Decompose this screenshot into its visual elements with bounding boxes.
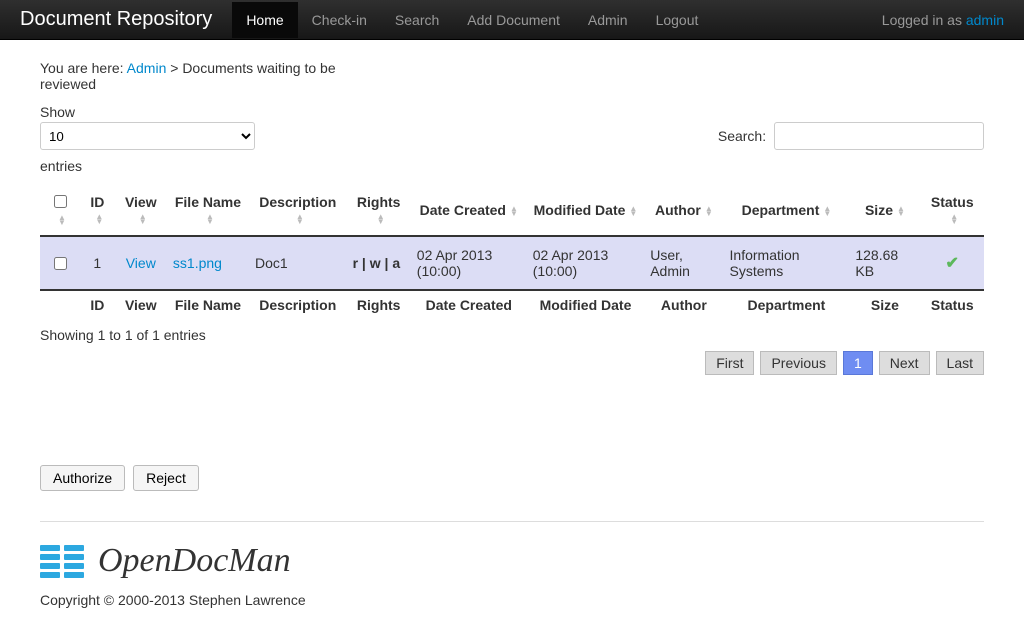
column-author[interactable]: Author▲▼ — [644, 184, 723, 236]
check-icon: ✔ — [946, 255, 959, 272]
cell-file-name: ss1.png — [167, 236, 249, 290]
navbar: Document Repository HomeCheck-inSearchAd… — [0, 0, 1024, 40]
nav-item-admin[interactable]: Admin — [574, 2, 642, 38]
footer-logo: OpenDocMan — [40, 542, 984, 580]
column-date-created[interactable]: Date Created — [411, 290, 527, 321]
page-previous[interactable]: Previous — [760, 351, 836, 375]
show-label: Show — [40, 104, 255, 120]
breadcrumb-admin-link[interactable]: Admin — [127, 60, 167, 76]
sort-icon: ▲▼ — [377, 214, 385, 224]
column-id[interactable]: ID▲▼ — [80, 184, 115, 236]
column-view[interactable]: View — [115, 290, 167, 321]
cell-size: 128.68 KB — [849, 236, 920, 290]
documents-table: ▲▼ID▲▼View▲▼File Name▲▼Description▲▼Righ… — [40, 184, 984, 321]
column-status[interactable]: Status — [921, 290, 984, 321]
sort-icon: ▲▼ — [58, 215, 66, 225]
action-buttons: Authorize Reject — [40, 465, 984, 491]
cell-view: View — [115, 236, 167, 290]
login-status: Logged in as admin — [882, 12, 1004, 28]
reject-button[interactable]: Reject — [133, 465, 199, 491]
breadcrumb-prefix: You are here: — [40, 60, 127, 76]
search-box: Search: — [718, 122, 984, 150]
cell-department: Information Systems — [724, 236, 850, 290]
column-modified-date[interactable]: Modified Date — [527, 290, 644, 321]
cell-rights: r | w | a — [347, 236, 411, 290]
sort-icon: ▲▼ — [629, 206, 637, 216]
cell-author: User, Admin — [644, 236, 723, 290]
cell-status: ✔ — [921, 236, 984, 290]
cell-modified-date: 02 Apr 2013 (10:00) — [527, 236, 644, 290]
search-input[interactable] — [774, 122, 984, 150]
cell-description: Doc1 — [249, 236, 347, 290]
sort-icon: ▲▼ — [296, 214, 304, 224]
column-size[interactable]: Size — [849, 290, 920, 321]
column-rights[interactable]: Rights — [347, 290, 411, 321]
column-id[interactable]: ID — [80, 290, 115, 321]
footer-brand: OpenDocMan — [98, 542, 291, 580]
cell-checkbox — [40, 236, 80, 290]
page-last[interactable]: Last — [936, 351, 984, 375]
view-link[interactable]: View — [126, 255, 156, 271]
table-info: Showing 1 to 1 of 1 entries — [40, 327, 984, 343]
nav-item-check-in[interactable]: Check-in — [298, 2, 381, 38]
column-checkbox — [40, 290, 80, 321]
column-date-created[interactable]: Date Created▲▼ — [411, 184, 527, 236]
sort-icon: ▲▼ — [705, 206, 713, 216]
column-department[interactable]: Department — [724, 290, 850, 321]
column-modified-date[interactable]: Modified Date▲▼ — [527, 184, 644, 236]
file-name-link[interactable]: ss1.png — [173, 255, 222, 271]
column-department[interactable]: Department▲▼ — [724, 184, 850, 236]
page-next[interactable]: Next — [879, 351, 930, 375]
entries-select[interactable]: 10 — [40, 122, 255, 150]
entries-label: entries — [40, 158, 984, 174]
nav-item-search[interactable]: Search — [381, 2, 453, 38]
column-description[interactable]: Description — [249, 290, 347, 321]
copyright: Copyright © 2000-2013 Stephen Lawrence — [40, 592, 984, 608]
pagination: First Previous 1 Next Last — [40, 351, 984, 375]
column-description[interactable]: Description▲▼ — [249, 184, 347, 236]
sort-icon: ▲▼ — [950, 214, 958, 224]
nav-menu: HomeCheck-inSearchAdd DocumentAdminLogou… — [232, 2, 881, 38]
page-first[interactable]: First — [705, 351, 754, 375]
column-checkbox: ▲▼ — [40, 184, 80, 236]
column-file-name[interactable]: File Name — [167, 290, 249, 321]
footer-separator — [40, 521, 984, 522]
login-prefix: Logged in as — [882, 12, 966, 28]
column-author[interactable]: Author — [644, 290, 723, 321]
sort-icon: ▲▼ — [206, 214, 214, 224]
table-row: 1Viewss1.pngDoc1r | w | a02 Apr 2013 (10… — [40, 236, 984, 290]
brand: Document Repository — [20, 8, 212, 31]
show-entries: Show 10 — [40, 104, 255, 150]
book-icon — [40, 545, 86, 578]
authorize-button[interactable]: Authorize — [40, 465, 125, 491]
page-1[interactable]: 1 — [843, 351, 873, 375]
sort-icon: ▲▼ — [510, 206, 518, 216]
sort-icon: ▲▼ — [823, 206, 831, 216]
row-checkbox[interactable] — [54, 257, 67, 270]
nav-item-home[interactable]: Home — [232, 2, 297, 38]
cell-id: 1 — [80, 236, 115, 290]
sort-icon: ▲▼ — [139, 214, 147, 224]
nav-item-add-document[interactable]: Add Document — [453, 2, 574, 38]
select-all-checkbox[interactable] — [54, 195, 67, 208]
breadcrumb: You are here: Admin > Documents waiting … — [40, 60, 340, 92]
column-size[interactable]: Size▲▼ — [849, 184, 920, 236]
column-rights[interactable]: Rights▲▼ — [347, 184, 411, 236]
column-file-name[interactable]: File Name▲▼ — [167, 184, 249, 236]
cell-date-created: 02 Apr 2013 (10:00) — [411, 236, 527, 290]
nav-item-logout[interactable]: Logout — [642, 2, 713, 38]
column-status[interactable]: Status▲▼ — [921, 184, 984, 236]
login-user-link[interactable]: admin — [966, 12, 1004, 28]
sort-icon: ▲▼ — [897, 206, 905, 216]
search-label: Search: — [718, 128, 766, 144]
column-view[interactable]: View▲▼ — [115, 184, 167, 236]
sort-icon: ▲▼ — [95, 214, 103, 224]
